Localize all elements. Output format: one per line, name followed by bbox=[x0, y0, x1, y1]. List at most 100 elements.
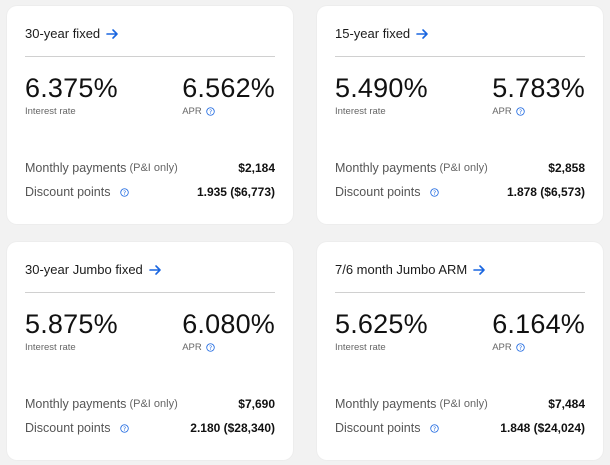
discount-points-value: 1.935 ($6,773) bbox=[196, 185, 275, 199]
card-title-link[interactable]: 30-year fixed bbox=[25, 26, 119, 41]
apr-label-row: APR ? bbox=[492, 106, 585, 117]
card-title[interactable]: 30-year fixed bbox=[25, 26, 100, 41]
divider bbox=[335, 292, 585, 293]
info-icon[interactable]: ? bbox=[430, 423, 440, 433]
apr-value: 6.080% bbox=[182, 309, 275, 339]
card-title-link[interactable]: 7/6 month Jumbo ARM bbox=[335, 262, 486, 277]
apr-value: 6.164% bbox=[492, 309, 585, 339]
interest-rate-block: 5.875% Interest rate bbox=[25, 308, 118, 353]
apr-value: 6.562% bbox=[182, 73, 275, 103]
apr-block: 6.562% APR ? bbox=[182, 72, 275, 117]
svg-text:?: ? bbox=[123, 426, 126, 432]
discount-points-label: Discount points bbox=[335, 421, 421, 435]
monthly-payments-suffix: (P&I only) bbox=[439, 398, 488, 410]
rate-card-15-year-fixed: 15-year fixed 5.490% Interest rate 5.783… bbox=[317, 6, 603, 224]
monthly-payments-suffix: (P&I only) bbox=[129, 398, 178, 410]
discount-points-row: Discount points ? 1.935 ($6,773) bbox=[25, 185, 275, 199]
interest-rate-value: 5.490% bbox=[335, 73, 428, 103]
rate-card-30-year-jumbo-fixed: 30-year Jumbo fixed 5.875% Interest rate… bbox=[7, 242, 293, 460]
monthly-payments-row: Monthly payments (P&I only) $2,858 bbox=[335, 161, 585, 175]
info-icon[interactable]: ? bbox=[120, 423, 130, 433]
interest-rate-value: 5.625% bbox=[335, 309, 428, 339]
discount-points-label-group: Discount points ? bbox=[25, 421, 130, 435]
apr-label-row: APR ? bbox=[182, 342, 275, 353]
apr-block: 6.080% APR ? bbox=[182, 308, 275, 353]
monthly-payments-value: $7,690 bbox=[238, 397, 275, 411]
info-icon[interactable]: ? bbox=[206, 107, 215, 116]
apr-label: APR bbox=[492, 342, 512, 353]
info-icon[interactable]: ? bbox=[206, 343, 215, 352]
info-icon[interactable]: ? bbox=[430, 187, 440, 197]
discount-points-label: Discount points bbox=[25, 421, 111, 435]
interest-rate-label: Interest rate bbox=[25, 342, 76, 353]
interest-rate-block: 5.490% Interest rate bbox=[335, 72, 428, 117]
monthly-payments-value: $7,484 bbox=[548, 397, 585, 411]
discount-points-row: Discount points ? 1.848 ($24,024) bbox=[335, 421, 585, 435]
arrow-right-icon[interactable] bbox=[106, 28, 119, 40]
svg-text:?: ? bbox=[209, 110, 212, 116]
divider bbox=[25, 56, 275, 57]
apr-label: APR bbox=[492, 106, 512, 117]
arrow-right-icon[interactable] bbox=[148, 264, 162, 276]
card-title-link[interactable]: 15-year fixed bbox=[335, 26, 429, 41]
interest-rate-label: Interest rate bbox=[335, 106, 386, 117]
interest-rate-value: 6.375% bbox=[25, 73, 118, 103]
monthly-payments-row: Monthly payments (P&I only) $7,690 bbox=[25, 397, 275, 411]
interest-rate-label: Interest rate bbox=[335, 342, 386, 353]
info-icon[interactable]: ? bbox=[516, 343, 525, 352]
apr-label-row: APR ? bbox=[182, 106, 275, 117]
svg-text:?: ? bbox=[519, 346, 522, 352]
discount-points-label: Discount points bbox=[335, 185, 421, 199]
divider bbox=[335, 56, 585, 57]
discount-points-row: Discount points ? 2.180 ($28,340) bbox=[25, 421, 275, 435]
info-icon[interactable]: ? bbox=[120, 187, 130, 197]
monthly-payments-label-group: Monthly payments (P&I only) bbox=[335, 161, 488, 175]
interest-rate-value: 5.875% bbox=[25, 309, 118, 339]
monthly-payments-suffix: (P&I only) bbox=[129, 162, 178, 174]
svg-text:?: ? bbox=[433, 190, 436, 196]
card-title[interactable]: 30-year Jumbo fixed bbox=[25, 262, 143, 277]
monthly-payments-label: Monthly payments bbox=[25, 397, 127, 411]
card-title[interactable]: 15-year fixed bbox=[335, 26, 410, 41]
discount-points-label: Discount points bbox=[25, 185, 111, 199]
svg-text:?: ? bbox=[519, 110, 522, 116]
monthly-payments-label-group: Monthly payments (P&I only) bbox=[25, 397, 178, 411]
discount-points-label-group: Discount points ? bbox=[25, 185, 130, 199]
svg-text:?: ? bbox=[209, 346, 212, 352]
discount-points-row: Discount points ? 1.878 ($6,573) bbox=[335, 185, 585, 199]
arrow-right-icon[interactable] bbox=[473, 264, 486, 276]
monthly-payments-row: Monthly payments (P&I only) $2,184 bbox=[25, 161, 275, 175]
arrow-right-icon[interactable] bbox=[416, 28, 429, 40]
monthly-payments-value: $2,858 bbox=[548, 161, 585, 175]
card-title-link[interactable]: 30-year Jumbo fixed bbox=[25, 262, 162, 277]
apr-value: 5.783% bbox=[492, 73, 585, 103]
rate-card-30-year-fixed: 30-year fixed 6.375% Interest rate 6.562… bbox=[7, 6, 293, 224]
monthly-payments-label: Monthly payments bbox=[335, 161, 437, 175]
monthly-payments-row: Monthly payments (P&I only) $7,484 bbox=[335, 397, 585, 411]
apr-block: 5.783% APR ? bbox=[492, 72, 585, 117]
interest-rate-label: Interest rate bbox=[25, 106, 76, 117]
monthly-payments-label: Monthly payments bbox=[25, 161, 127, 175]
card-title[interactable]: 7/6 month Jumbo ARM bbox=[335, 262, 467, 277]
discount-points-label-group: Discount points ? bbox=[335, 421, 440, 435]
divider bbox=[25, 292, 275, 293]
rate-card-7-6-month-jumbo-arm: 7/6 month Jumbo ARM 5.625% Interest rate… bbox=[317, 242, 603, 460]
monthly-payments-label: Monthly payments bbox=[335, 397, 437, 411]
apr-block: 6.164% APR ? bbox=[492, 308, 585, 353]
discount-points-label-group: Discount points ? bbox=[335, 185, 440, 199]
discount-points-value: 1.848 ($24,024) bbox=[500, 421, 585, 435]
interest-rate-block: 6.375% Interest rate bbox=[25, 72, 118, 117]
monthly-payments-label-group: Monthly payments (P&I only) bbox=[335, 397, 488, 411]
svg-text:?: ? bbox=[433, 426, 436, 432]
monthly-payments-value: $2,184 bbox=[238, 161, 275, 175]
info-icon[interactable]: ? bbox=[516, 107, 525, 116]
monthly-payments-label-group: Monthly payments (P&I only) bbox=[25, 161, 178, 175]
apr-label: APR bbox=[182, 106, 202, 117]
interest-rate-block: 5.625% Interest rate bbox=[335, 308, 428, 353]
svg-text:?: ? bbox=[123, 190, 126, 196]
apr-label-row: APR ? bbox=[492, 342, 585, 353]
apr-label: APR bbox=[182, 342, 202, 353]
discount-points-value: 1.878 ($6,573) bbox=[506, 185, 585, 199]
rates-grid: 30-year fixed 6.375% Interest rate 6.562… bbox=[0, 0, 610, 465]
monthly-payments-suffix: (P&I only) bbox=[439, 162, 488, 174]
